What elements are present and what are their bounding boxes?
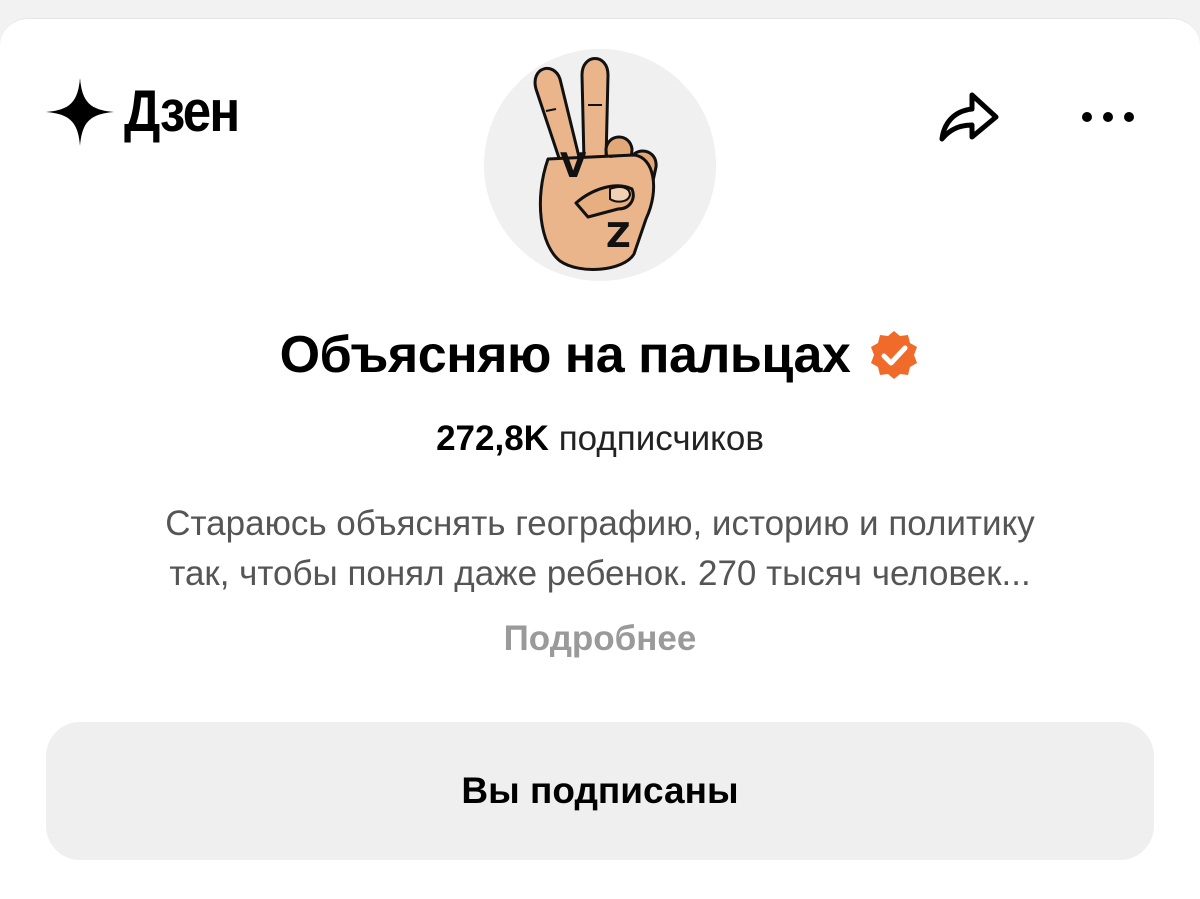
more-options-button[interactable]: [1070, 89, 1146, 145]
subscriber-count: 272,8K: [436, 419, 549, 458]
channel-description: Стараюсь объяснять географию, историю и …: [60, 499, 1140, 599]
description-line: Стараюсь объяснять географию, историю и …: [165, 504, 1035, 543]
subscribed-button[interactable]: Вы подписаны: [46, 722, 1154, 860]
description-line: так, чтобы понял даже ребенок. 270 тысяч…: [169, 554, 1031, 593]
channel-card: Дзен V Z Объясняю на пальцах 272,8K подп…: [0, 18, 1200, 899]
logo-text: Дзен: [124, 79, 240, 144]
channel-name: Объясняю на пальцах: [279, 326, 851, 384]
dzen-logo[interactable]: Дзен: [44, 77, 254, 147]
channel-avatar[interactable]: V Z: [484, 49, 716, 281]
subscriber-info: 272,8K подписчиков: [0, 421, 1200, 456]
dzen-star-icon: [46, 78, 114, 146]
share-icon: [939, 92, 999, 142]
avatar-letter-v: V: [560, 146, 587, 186]
channel-title-row: Объясняю на пальцах: [0, 329, 1200, 381]
avatar-letter-z: Z: [606, 216, 631, 256]
subscriber-label: подписчиков: [558, 419, 764, 458]
more-dots-icon: [1082, 112, 1134, 122]
share-button[interactable]: [932, 85, 1004, 149]
read-more-link[interactable]: Подробнее: [0, 619, 1200, 659]
victory-hand-illustration: V Z: [533, 57, 658, 271]
verified-badge-icon: [871, 331, 918, 379]
